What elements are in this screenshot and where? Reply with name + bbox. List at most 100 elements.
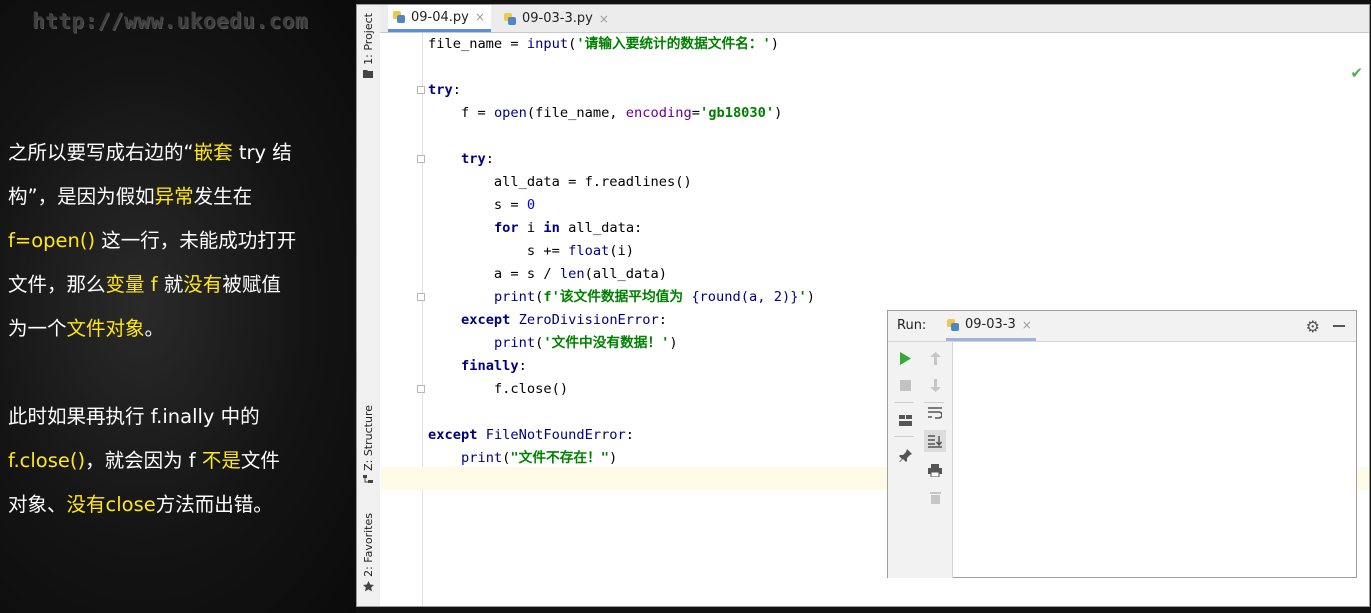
code-line: print("文件不存在！") — [428, 447, 617, 470]
scroll-to-end-icon — [928, 434, 942, 448]
tab-label: 09-03-3.py — [522, 11, 593, 26]
code-token: "文件不存在！" — [510, 450, 610, 466]
highlight-text: 变量 f — [105, 273, 158, 296]
code-token: ZeroDivisionError — [518, 312, 659, 328]
text-line: 文件，那么变量 f 就没有被赋值 — [8, 273, 281, 296]
close-icon[interactable]: × — [475, 10, 485, 24]
code-token: '文件中没有数据！' — [543, 335, 670, 351]
code-token: finally — [460, 358, 519, 374]
code-line: except FileNotFoundError: — [428, 424, 634, 447]
highlight-text: 没有close — [66, 493, 156, 516]
code-token: 'gb18030' — [699, 105, 775, 121]
code-token: file_name = — [428, 36, 527, 52]
minimize-icon[interactable] — [1333, 325, 1345, 327]
print-button[interactable] — [926, 461, 944, 479]
code-token: input — [526, 36, 569, 52]
python-file-icon — [503, 12, 517, 26]
code-line: except ZeroDivisionError: — [428, 309, 667, 332]
lecture-slide-panel: http://www.ukoedu.com 之所以要写成右边的“嵌套 try 结… — [0, 0, 356, 613]
code-token: len — [559, 266, 585, 282]
code-token: s += — [428, 243, 569, 259]
highlight-text: f=open() — [8, 229, 96, 252]
code-line: s = 0 — [428, 194, 535, 217]
code-token: all_data = f.readlines() — [428, 174, 692, 190]
run-toolbar — [888, 342, 953, 578]
code-token: ) — [806, 289, 815, 305]
code-token: f = — [428, 105, 494, 121]
run-config-tab[interactable]: 09-03-3 × — [946, 311, 1036, 341]
gear-icon[interactable]: ⚙ — [1306, 317, 1320, 336]
soft-wrap-button[interactable] — [926, 404, 944, 422]
scroll-to-end-button[interactable] — [924, 430, 946, 452]
tool-tab-structure[interactable]: Z: Structure — [359, 405, 377, 484]
code-token: ) — [770, 36, 780, 52]
play-icon — [900, 351, 911, 365]
close-icon[interactable]: × — [1022, 318, 1032, 332]
code-token: ) — [609, 450, 618, 466]
code-token: : — [625, 427, 635, 443]
code-token: : — [485, 151, 494, 167]
tool-tab-project[interactable]: 1: Project — [359, 13, 377, 78]
code-token: try — [460, 151, 486, 167]
code-token: f'该文件数据平均值为 — [543, 289, 692, 305]
soft-wrap-icon — [928, 407, 942, 419]
layout-button[interactable] — [896, 411, 914, 429]
editor-tab-09-03-3[interactable]: 09-03-3.py × — [497, 5, 615, 32]
close-icon[interactable]: × — [599, 12, 609, 26]
highlight-text: 没有 — [183, 273, 223, 296]
rerun-button[interactable] — [896, 349, 914, 367]
run-tool-window: Run: 09-03-3 × ⚙ — [887, 310, 1357, 578]
code-token: s = — [428, 197, 527, 213]
scroll-down-button[interactable] — [926, 376, 944, 394]
text-line: 之所以要写成右边的“嵌套 try 结 — [8, 141, 292, 164]
code-token: encoding — [625, 105, 692, 121]
arrow-down-icon — [929, 378, 941, 392]
code-token: in — [543, 220, 560, 236]
tool-tab-favorites[interactable]: 2: Favorites — [359, 513, 377, 592]
text-line: 此时如果再执行 f.inally 中的 — [8, 405, 260, 428]
editor-gutter — [380, 33, 425, 606]
tool-tab-label: 1: Project — [361, 13, 375, 65]
code-token: (file_name, — [526, 105, 626, 121]
code-token: : — [452, 82, 461, 98]
trash-icon — [929, 491, 941, 504]
code-line: f = open(file_name, encoding='gb18030') — [428, 102, 782, 125]
code-token: (all_data) — [584, 266, 667, 282]
code-token: = — [691, 105, 700, 121]
python-file-icon — [946, 318, 960, 332]
pin-tab-button[interactable] — [896, 446, 914, 464]
code-line: print('文件中没有数据！') — [428, 332, 678, 355]
tool-tab-label: Z: Structure — [361, 405, 375, 471]
code-line: try: — [428, 79, 461, 102]
arrow-up-icon — [929, 351, 941, 365]
stop-button[interactable] — [896, 376, 914, 394]
highlight-text: 文件对象 — [66, 317, 145, 340]
code-line: f.close() — [428, 378, 568, 401]
stop-icon — [899, 379, 911, 391]
code-token: float — [568, 243, 610, 259]
tab-label: 09-04.py — [411, 9, 469, 25]
editor-tab-09-04[interactable]: 09-04.py × — [388, 5, 491, 32]
code-token: i — [518, 220, 544, 236]
code-line: finally: — [428, 355, 527, 378]
clear-all-button[interactable] — [926, 488, 944, 506]
code-line: a = s / len(all_data) — [428, 263, 667, 286]
star-icon — [362, 580, 374, 592]
folder-icon — [363, 69, 373, 78]
scroll-up-button[interactable] — [926, 349, 944, 367]
code-token: 0 — [526, 197, 536, 213]
run-label: Run: — [897, 318, 927, 333]
code-token: print — [460, 450, 503, 466]
inspection-ok-icon[interactable]: ✔ — [1350, 64, 1363, 82]
text-line: 对象、没有close方法而出错。 — [8, 493, 273, 516]
text-line: 构”，是因为假如异常发生在 — [8, 185, 253, 208]
text-line: 为一个文件对象。 — [8, 317, 165, 340]
layout-icon — [898, 414, 912, 426]
code-token: (i) — [609, 243, 635, 259]
